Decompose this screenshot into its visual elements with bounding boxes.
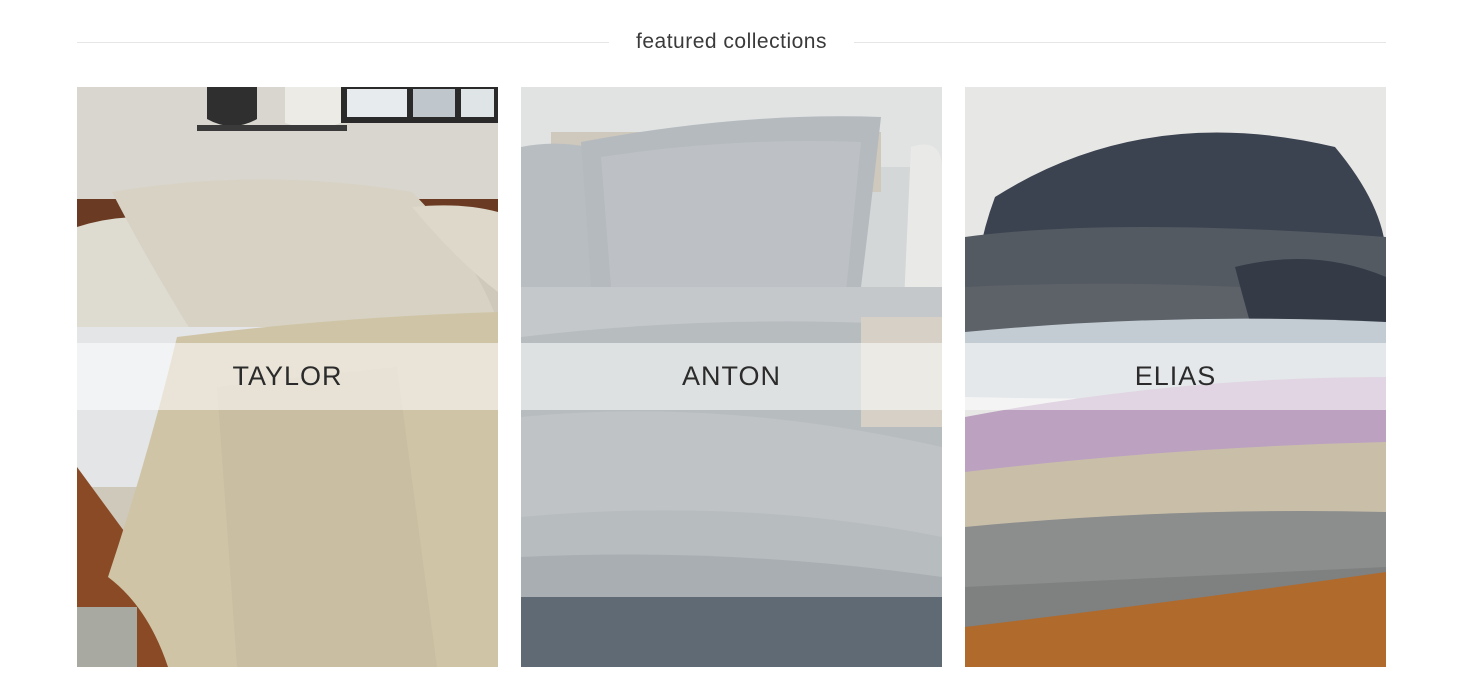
divider-left bbox=[77, 41, 610, 43]
collection-label-band: ELIAS bbox=[965, 343, 1386, 410]
collection-label-band: ANTON bbox=[521, 343, 942, 410]
collection-label-elias: ELIAS bbox=[1134, 361, 1217, 391]
collection-label-taylor: TAYLOR bbox=[232, 361, 343, 391]
section-header: featured collections bbox=[77, 28, 1387, 56]
collection-label-anton: ANTON bbox=[681, 361, 781, 391]
collection-card-taylor[interactable]: TAYLOR bbox=[77, 87, 498, 667]
collection-label-band: TAYLOR bbox=[77, 343, 498, 410]
collection-card-anton[interactable]: ANTON bbox=[521, 87, 942, 667]
featured-collections-grid: TAYLOR ANTON ELIAS bbox=[77, 87, 1386, 667]
section-title: featured collections bbox=[636, 30, 827, 53]
divider-right bbox=[853, 41, 1387, 43]
collection-card-elias[interactable]: ELIAS bbox=[965, 87, 1386, 667]
